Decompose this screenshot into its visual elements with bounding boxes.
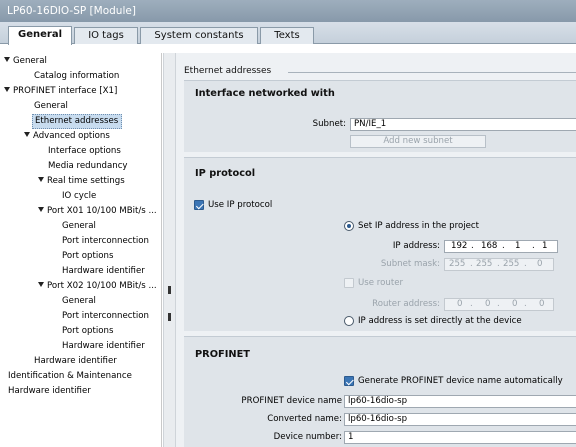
nav-item-interface-hardware-identifier[interactable]: Hardware identifier: [34, 354, 117, 369]
tab-bar: General IO tags System constants Texts: [0, 22, 576, 45]
add-new-subnet-button[interactable]: Add new subnet: [350, 135, 486, 148]
router-address-label: Router address:: [372, 299, 440, 309]
interface-panel-title: Interface networked with: [195, 88, 335, 99]
mask-octet: 0: [537, 259, 543, 269]
nav-item-hardware-identifier[interactable]: Hardware identifier: [8, 384, 91, 399]
ip-dot: .: [471, 241, 474, 251]
generate-device-name-checkbox[interactable]: [344, 376, 354, 386]
subnet-select[interactable]: PN/IE_1: [350, 118, 576, 131]
nav-item-interface-options[interactable]: Interface options: [48, 144, 121, 159]
router-dot: .: [497, 299, 500, 309]
nav-item-io-cycle[interactable]: IO cycle: [62, 189, 96, 204]
interface-panel: Interface networked with Subnet: PN/IE_1…: [184, 80, 576, 152]
navigation-tree: General Catalog information PROFINET int…: [0, 53, 162, 447]
splitter-grip-icon[interactable]: [168, 286, 171, 294]
nav-item-port-x02-options[interactable]: Port options: [62, 324, 113, 339]
set-ip-in-project-label: Set IP address in the project: [358, 221, 480, 231]
ip-protocol-title: IP protocol: [195, 168, 256, 179]
nav-item-port-x02-interconnection[interactable]: Port interconnection: [62, 309, 149, 324]
converted-name-field: lp60-16dio-sp: [344, 413, 576, 426]
ip-octet: 1: [542, 241, 548, 251]
generate-device-name-label: Generate PROFINET device name automatica…: [358, 376, 563, 386]
device-number-input[interactable]: 1: [344, 431, 576, 444]
ip-address-label: IP address:: [392, 241, 440, 251]
expand-arrow-icon[interactable]: [24, 132, 30, 137]
nav-item-real-time-settings[interactable]: Real time settings: [38, 174, 125, 189]
tab-general[interactable]: General: [8, 26, 72, 45]
ip-set-directly-label: IP address is set directly at the device: [358, 316, 522, 326]
tab-io-tags[interactable]: IO tags: [74, 27, 138, 44]
nav-item-port-x02-hardware-identifier[interactable]: Hardware identifier: [62, 339, 145, 354]
nav-item-port-x01-general[interactable]: General: [62, 219, 96, 234]
ip-octet: 1: [515, 241, 521, 251]
device-name-label: PROFINET device name: [241, 396, 342, 406]
router-address-field: 0 . 0 . 0 . 0: [444, 298, 554, 311]
expand-arrow-icon[interactable]: [4, 87, 10, 92]
nav-item-port-x02-general[interactable]: General: [62, 294, 96, 309]
nav-item-port-x01-hardware-identifier[interactable]: Hardware identifier: [62, 264, 145, 279]
nav-item-port-x01-interconnection[interactable]: Port interconnection: [62, 234, 149, 249]
mask-octet: 255: [449, 259, 466, 269]
mask-dot: .: [470, 259, 473, 269]
expand-arrow-icon[interactable]: [38, 207, 44, 212]
profinet-title: PROFINET: [195, 349, 250, 360]
router-dot: .: [470, 299, 473, 309]
nav-item-profinet-interface[interactable]: PROFINET interface [X1]: [4, 84, 117, 99]
ip-protocol-panel: IP protocol Use IP protocol Set IP addre…: [184, 157, 576, 331]
section-divider: [288, 72, 576, 73]
ip-octet: 168: [481, 241, 498, 251]
splitter-grip-icon[interactable]: [168, 313, 171, 321]
nav-item-interface-general[interactable]: General: [34, 99, 68, 114]
nav-item-port-x01[interactable]: Port X01 10/100 MBit/s ...: [38, 204, 157, 219]
nav-item-general[interactable]: General: [4, 54, 47, 69]
nav-item-advanced-options[interactable]: Advanced options: [24, 129, 110, 144]
use-router-checkbox: [344, 278, 354, 288]
ip-address-field[interactable]: 192 . 168 . 1 . 1: [444, 240, 558, 253]
subnet-mask-field: 255 . 255 . 255 . 0: [444, 258, 554, 271]
subnet-label: Subnet:: [312, 119, 346, 129]
expand-arrow-icon[interactable]: [38, 177, 44, 182]
splitter[interactable]: [163, 53, 176, 447]
window-title: LP60-16DIO-SP [Module]: [0, 0, 576, 22]
ip-dot: .: [502, 241, 505, 251]
router-octet: 0: [485, 299, 491, 309]
ip-set-directly-radio[interactable]: [344, 316, 354, 326]
nav-item-ethernet-addresses[interactable]: Ethernet addresses: [32, 114, 122, 129]
router-octet: 0: [457, 299, 463, 309]
nav-item-media-redundancy[interactable]: Media redundancy: [48, 159, 128, 174]
tab-system-constants[interactable]: System constants: [140, 27, 258, 44]
mask-octet: 255: [503, 259, 520, 269]
nav-item-catalog-information[interactable]: Catalog information: [34, 69, 119, 84]
use-ip-protocol-label: Use IP protocol: [208, 200, 273, 210]
ip-dot: .: [532, 241, 535, 251]
expand-arrow-icon[interactable]: [38, 282, 44, 287]
mask-dot: .: [497, 259, 500, 269]
section-title: Ethernet addresses: [184, 66, 272, 76]
mask-octet: 255: [476, 259, 493, 269]
properties-content: Ethernet addresses Interface networked w…: [176, 53, 576, 447]
expand-arrow-icon[interactable]: [4, 57, 10, 62]
subnet-mask-label: Subnet mask:: [380, 259, 440, 269]
nav-item-identification-maintenance[interactable]: Identification & Maintenance: [8, 369, 132, 384]
use-ip-protocol-checkbox[interactable]: [194, 200, 204, 210]
device-name-input[interactable]: lp60-16dio-sp: [344, 395, 576, 408]
nav-item-port-x01-options[interactable]: Port options: [62, 249, 113, 264]
ip-octet: 192: [451, 241, 468, 251]
set-ip-in-project-radio[interactable]: [344, 221, 354, 231]
nav-item-port-x02[interactable]: Port X02 10/100 MBit/s ...: [38, 279, 157, 294]
router-octet: 0: [539, 299, 545, 309]
device-number-label: Device number:: [273, 432, 342, 442]
tab-texts[interactable]: Texts: [260, 27, 314, 44]
profinet-panel: PROFINET Generate PROFINET device name a…: [184, 336, 576, 447]
router-dot: .: [524, 299, 527, 309]
use-router-label: Use router: [358, 278, 404, 288]
converted-name-label: Converted name:: [267, 414, 342, 424]
router-octet: 0: [512, 299, 518, 309]
mask-dot: .: [524, 259, 527, 269]
